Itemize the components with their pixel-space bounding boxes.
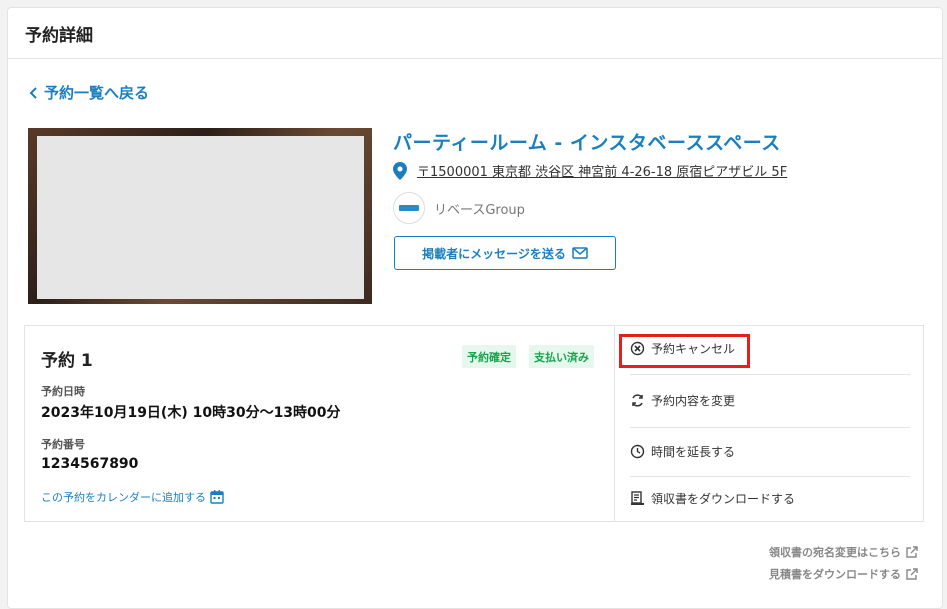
cancel-label: 予約キャンセル [651, 342, 736, 356]
action-divider [630, 427, 910, 428]
reservation-divider [614, 326, 615, 521]
action-divider [630, 374, 910, 375]
reservation-box: 予約 1 予約確定 支払い済み 予約日時 2023年10月19日(木) 10時3… [24, 325, 924, 522]
estimate-link-label: 見積書をダウンロードする [769, 568, 901, 581]
datetime-label: 予約日時 [41, 385, 85, 398]
refresh-icon [632, 394, 643, 407]
add-to-calendar-link[interactable]: この予約をカレンダーに追加する [41, 489, 224, 505]
message-button-label: 掲載者にメッセージを送る [422, 246, 566, 261]
map-pin-icon [393, 161, 407, 180]
receipt-label: 領収書をダウンロードする [651, 492, 796, 506]
card-header: 予約詳細 [8, 8, 942, 59]
address-row: 〒1500001 東京都 渋谷区 神宮前 4-26-18 原宿ピアザビル 5F [393, 161, 787, 180]
status-badge-confirmed: 予約確定 [462, 345, 516, 368]
datetime-value: 2023年10月19日(木) 10時30分〜13時00分 [41, 405, 341, 421]
reservation-detail-card: 予約詳細 予約一覧へ戻る パーティールーム - インスタベーススペース 〒150… [7, 7, 943, 609]
host-name[interactable]: リベースGroup [434, 199, 525, 218]
host-row: リベースGroup [393, 192, 525, 224]
mail-icon [572, 247, 588, 259]
external-link-icon [906, 545, 918, 558]
reservation-title: 予約 1 [41, 351, 93, 371]
calendar-link-label: この予約をカレンダーに追加する [41, 491, 206, 504]
extend-time-button[interactable]: 時間を延長する [630, 443, 910, 460]
change-reservation-button[interactable]: 予約内容を変更 [630, 392, 910, 409]
venue-title-link[interactable]: パーティールーム - インスタベーススペース [393, 128, 781, 155]
change-label: 予約内容を変更 [651, 394, 736, 408]
extend-label: 時間を延長する [651, 445, 736, 459]
back-to-list-link[interactable]: 予約一覧へ戻る [28, 82, 149, 103]
cancel-reservation-button[interactable]: 予約キャンセル [630, 340, 910, 357]
external-link-icon [906, 567, 918, 580]
image-placeholder [37, 136, 364, 299]
download-estimate-link[interactable]: 見積書をダウンロードする [769, 566, 918, 582]
host-avatar[interactable] [393, 192, 425, 224]
reservation-number-label: 予約番号 [41, 438, 85, 451]
reservation-number-value: 1234567890 [41, 456, 139, 472]
action-divider [630, 476, 910, 477]
receipt-name-link-label: 領収書の宛名変更はこちら [769, 546, 901, 559]
page-title: 予約詳細 [25, 25, 93, 46]
receipt-name-change-link[interactable]: 領収書の宛名変更はこちら [769, 544, 918, 560]
back-link-label: 予約一覧へ戻る [44, 84, 150, 102]
calendar-icon [210, 490, 224, 504]
x-circle-icon [630, 341, 645, 356]
download-receipt-button[interactable]: 領収書をダウンロードする [630, 490, 910, 507]
venue-thumbnail [28, 128, 372, 304]
clock-icon [630, 444, 645, 459]
address-link[interactable]: 〒1500001 東京都 渋谷区 神宮前 4-26-18 原宿ピアザビル 5F [417, 161, 787, 180]
chevron-left-icon [29, 86, 37, 99]
status-badge-paid: 支払い済み [529, 345, 594, 368]
receipt-icon [631, 491, 644, 505]
message-host-button[interactable]: 掲載者にメッセージを送る [394, 236, 616, 270]
